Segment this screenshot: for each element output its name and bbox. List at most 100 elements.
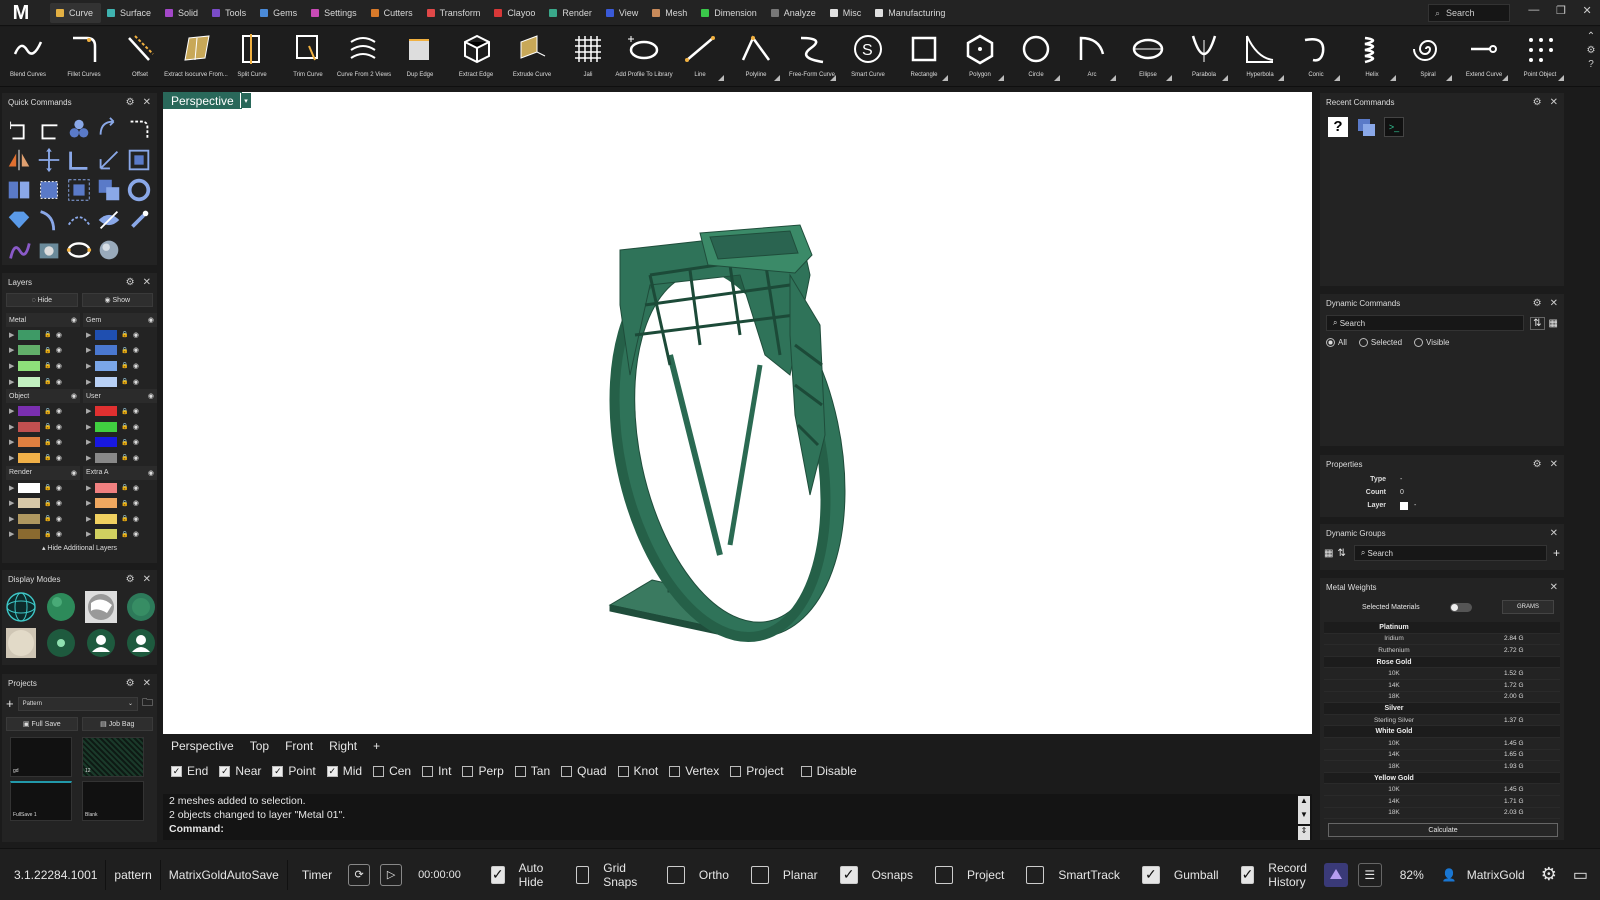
tool-button[interactable]: S Smart Curve	[840, 27, 896, 87]
tool-button[interactable]: Trim Curve	[280, 27, 336, 87]
hide-additional-layers-button[interactable]: ▴ Hide Additional Layers	[2, 544, 157, 552]
eye-icon[interactable]: ◉	[133, 530, 139, 538]
layer-row[interactable]: ▶ 🔒 ◉	[83, 527, 157, 543]
layer-color-swatch[interactable]	[95, 360, 118, 371]
checkbox[interactable]: ✓	[326, 765, 338, 777]
status-toggle[interactable]: Planar	[750, 861, 818, 889]
dropdown-corner-icon[interactable]	[1334, 75, 1340, 81]
ghosted-mode-icon[interactable]	[124, 590, 158, 624]
lasso-icon[interactable]	[64, 175, 94, 205]
terminal-command-icon[interactable]: >_	[1384, 117, 1404, 137]
render-scene-icon[interactable]	[34, 235, 64, 265]
wireframe-mode-icon[interactable]	[4, 590, 38, 624]
viewport-label[interactable]: Perspective	[163, 92, 242, 109]
checkbox[interactable]	[750, 865, 769, 884]
tool-button[interactable]: Circle	[1008, 27, 1064, 87]
expand-arrow-icon[interactable]: ▶	[86, 438, 91, 446]
lock-icon[interactable]: 🔒	[44, 515, 51, 522]
checkbox[interactable]: ✓	[219, 765, 231, 777]
eye-icon[interactable]: ◉	[148, 469, 154, 477]
snap-toggle[interactable]: Cen	[373, 764, 411, 778]
eye-icon[interactable]: ◉	[133, 331, 139, 339]
viewport-dropdown-icon[interactable]: ▾	[240, 93, 251, 108]
ring-icon[interactable]	[124, 175, 154, 205]
close-icon[interactable]: ✕	[143, 277, 151, 288]
checkbox[interactable]: ✓	[839, 865, 858, 884]
lock-icon[interactable]: 🔒	[44, 454, 51, 461]
tool-button[interactable]: Blend Curves	[0, 27, 56, 87]
dropdown-corner-icon[interactable]	[1278, 75, 1284, 81]
eye-icon[interactable]: ◉	[133, 346, 139, 354]
tool-button[interactable]: Rectangle	[896, 27, 952, 87]
checkbox[interactable]	[1026, 865, 1045, 884]
gear-icon[interactable]: ⚙	[1533, 298, 1542, 309]
radio-icon[interactable]	[1326, 338, 1335, 347]
lock-icon[interactable]: 🔒	[44, 362, 51, 369]
dropdown-corner-icon[interactable]	[998, 75, 1004, 81]
layer-color-swatch[interactable]	[18, 513, 41, 524]
expand-arrow-icon[interactable]: ▶	[9, 484, 14, 492]
eye-icon[interactable]: ◉	[71, 392, 77, 400]
layer-row[interactable]: ▶ 🔒 ◉	[83, 511, 157, 527]
tool-button[interactable]: Line	[672, 27, 728, 87]
dynamic-commands-search[interactable]: ⌕ Search	[1326, 315, 1525, 331]
layer-group-header[interactable]: Gem ◉	[83, 313, 157, 327]
layer-group-header[interactable]: Metal ◉	[6, 313, 80, 327]
project-thumbnail[interactable]: FullSave 1	[10, 781, 72, 821]
snap-toggle[interactable]: Quad	[561, 764, 607, 778]
lock-icon[interactable]: 🔒	[44, 347, 51, 354]
tool-button[interactable]: Hyperbola	[1232, 27, 1288, 87]
eye-icon[interactable]: ◉	[56, 378, 62, 386]
expand-arrow-icon[interactable]: ▶	[86, 484, 91, 492]
layer-color-swatch[interactable]	[95, 376, 118, 387]
layer-color-swatch[interactable]	[95, 329, 118, 340]
lock-icon[interactable]: 🔒	[44, 484, 51, 491]
ribbon-tab[interactable]: Cutters	[365, 3, 421, 23]
dropdown-corner-icon[interactable]	[1390, 75, 1396, 81]
scroll-up-icon[interactable]: ▲	[1298, 796, 1310, 810]
layer-row[interactable]: ▶ 🔒 ◉	[6, 403, 80, 419]
expand-arrow-icon[interactable]: ▶	[9, 331, 14, 339]
add-view-tab-button[interactable]: +	[373, 739, 380, 753]
close-icon[interactable]: ✕	[1550, 582, 1558, 593]
layer-row[interactable]: ▶ 🔒 ◉	[6, 480, 80, 496]
layer-row[interactable]: ▶ 🔒 ◉	[83, 403, 157, 419]
filter-radio[interactable]: Visible	[1414, 338, 1449, 347]
layer-row[interactable]: ▶ 🔒 ◉	[6, 327, 80, 343]
status-toggle[interactable]: Ortho	[666, 861, 729, 889]
full-save-button[interactable]: ▣ Full Save	[6, 717, 78, 731]
layer-group-header[interactable]: User ◉	[83, 389, 157, 404]
expand-arrow-icon[interactable]: ▶	[86, 530, 91, 538]
checkbox[interactable]: ✓	[490, 865, 505, 884]
lock-icon[interactable]: 🔒	[121, 347, 128, 354]
status-toggle[interactable]: ✓ Osnaps	[839, 861, 913, 889]
checkbox[interactable]	[666, 865, 685, 884]
copy-icon[interactable]	[94, 175, 124, 205]
tool-button[interactable]: Extract Edge	[448, 27, 504, 87]
view-tab[interactable]: Perspective	[171, 739, 234, 753]
checkbox[interactable]: ✓	[1240, 865, 1255, 884]
layer-color-swatch[interactable]	[95, 406, 118, 417]
dropdown-corner-icon[interactable]	[830, 75, 836, 81]
calculate-button[interactable]: Calculate	[1328, 823, 1558, 837]
dropdown-corner-icon[interactable]	[1166, 75, 1172, 81]
layer-row[interactable]: ▶ 🔒 ◉	[6, 358, 80, 374]
checkbox[interactable]	[462, 765, 474, 777]
dynamic-groups-search[interactable]: ⌕ Search	[1353, 545, 1547, 561]
eye-icon[interactable]: ◉	[133, 484, 139, 492]
layer-color-swatch[interactable]	[95, 482, 118, 493]
ribbon-tab[interactable]: Misc	[824, 3, 870, 23]
artistic-mode-icon[interactable]	[44, 626, 78, 660]
eye-icon[interactable]: ◉	[133, 454, 139, 462]
sculpt-icon[interactable]	[4, 235, 34, 265]
minimize-icon[interactable]: —	[1528, 4, 1539, 22]
layer-color-swatch[interactable]	[18, 421, 41, 432]
snap-toggle[interactable]: ✓ Near	[219, 764, 261, 778]
tool-button[interactable]: Dup Edge	[392, 27, 448, 87]
status-toggle[interactable]: Grid Snaps	[576, 861, 645, 889]
checkbox[interactable]	[934, 865, 953, 884]
ribbon-tab[interactable]: Gems	[254, 3, 305, 23]
ribbon-tab[interactable]: View	[600, 3, 646, 23]
checkbox[interactable]: ✓	[1141, 865, 1160, 884]
tool-button[interactable]: Fillet Curves	[56, 27, 112, 87]
